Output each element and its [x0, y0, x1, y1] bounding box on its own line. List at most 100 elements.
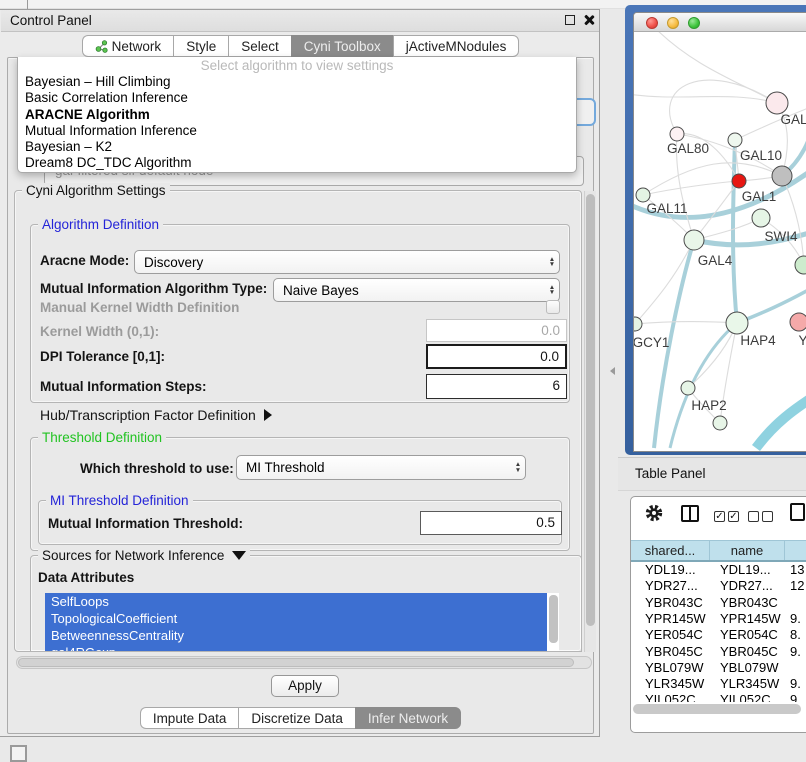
splitter-collapse-icon[interactable] [610, 367, 615, 375]
zoom-traffic-button[interactable] [688, 17, 700, 29]
settings-scrollbar-thumb[interactable] [586, 194, 595, 626]
table-cell: YPR145W [645, 611, 706, 627]
collapsed-panel-icon[interactable] [10, 745, 27, 762]
dpi-tolerance-field[interactable]: 0.0 [426, 344, 567, 369]
tab-label: Impute Data [153, 708, 227, 729]
close-traffic-button[interactable] [646, 17, 658, 29]
tab-label: Infer Network [368, 708, 448, 729]
data-attribute-item[interactable]: TopologicalCoefficient [45, 610, 547, 627]
mi-type-combo[interactable]: Naive Bayes ▲▼ [273, 278, 560, 302]
table-cell: YBR045C [720, 644, 778, 660]
column-header-shared[interactable]: shared... [631, 541, 710, 560]
select-all-checkboxes-icon[interactable]: ✓✓ [714, 511, 739, 522]
data-attribute-item[interactable]: SelfLoops [45, 593, 547, 610]
table-row[interactable]: YDR27...YDR27...12 [631, 578, 806, 594]
node-hap4[interactable] [726, 312, 748, 334]
table-row[interactable]: YBR043CYBR043C [631, 595, 806, 611]
algorithm-option-basic-correlation-inference[interactable]: Basic Correlation Inference [18, 90, 576, 106]
column-header-name[interactable]: name [710, 541, 785, 560]
document-icon[interactable] [790, 503, 805, 521]
node-gal4[interactable] [684, 230, 704, 250]
hub-definition-toggle[interactable]: Hub/Transcription Factor Definition [40, 407, 272, 423]
algorithm-option-dream8-dc-tdc-algorithm[interactable]: Dream8 DC_TDC Algorithm [18, 155, 576, 171]
table-cell: YBR043C [720, 595, 778, 611]
node-label-swi4: SWI4 [764, 229, 797, 244]
horizontal-scrollbar-thumb[interactable] [18, 658, 574, 667]
tab-select[interactable]: Select [228, 35, 291, 57]
node-gal10[interactable] [728, 133, 742, 147]
mi-steps-field[interactable]: 6 [426, 374, 567, 399]
close-icon[interactable] [583, 14, 595, 26]
node-gal80[interactable] [670, 127, 684, 141]
network-view-frame: GALGAL80GAL10GAL1GAL11SWI4GAL4GCY1HAP4YH… [625, 5, 806, 455]
table-cell: YER054C [645, 627, 703, 643]
deselect-all-checkboxes-icon[interactable] [748, 511, 773, 522]
algorithm-option-mutual-information-inference[interactable]: Mutual Information Inference [18, 123, 576, 139]
data-attribute-item[interactable]: gal4RGexp [45, 644, 547, 651]
float-window-icon[interactable] [565, 15, 575, 25]
node-swi4[interactable] [752, 209, 770, 227]
table-row[interactable]: YDL19...YDL19...13 [631, 562, 806, 578]
column-view-icon[interactable] [681, 505, 699, 522]
node-green-right[interactable] [795, 256, 806, 274]
table-row[interactable]: YER054CYER054C8. [631, 627, 806, 643]
table-horizontal-scrollbar[interactable] [633, 703, 806, 715]
bottom-tabs: Impute Data Discretize Data Infer Network [0, 707, 601, 729]
node-label-hap2: HAP2 [691, 398, 726, 413]
node-pale-pink-top[interactable] [766, 92, 788, 114]
node-label-gal: GAL [780, 112, 806, 127]
tab-jactivemnodules[interactable]: jActiveMNodules [393, 35, 520, 57]
table-row[interactable]: YPR145WYPR145W9. [631, 611, 806, 627]
mi-threshold-label: Mutual Information Threshold: [48, 516, 243, 531]
table-row[interactable]: YBL079WYBL079W [631, 660, 806, 676]
gear-icon[interactable] [645, 504, 663, 522]
tab-cyni-toolbox[interactable]: Cyni Toolbox [291, 35, 393, 57]
which-threshold-combo[interactable]: MI Threshold ▲▼ [236, 455, 526, 480]
node-hap2[interactable] [681, 381, 695, 395]
node-label-gal4: GAL4 [698, 253, 733, 268]
table-row[interactable]: YIL052CYIL052C9. [631, 692, 806, 702]
tab-label: Discretize Data [251, 708, 343, 729]
attributes-scrollbar-thumb[interactable] [549, 595, 558, 643]
tab-network[interactable]: Network [82, 35, 174, 57]
network-svg[interactable]: GALGAL80GAL10GAL1GAL11SWI4GAL4GCY1HAP4YH… [634, 32, 806, 452]
data-attributes-list[interactable]: SelfLoopsTopologicalCoefficientBetweenne… [45, 593, 559, 651]
sources-toggle[interactable]: Sources for Network Inference [38, 548, 250, 563]
dpi-tolerance-label: DPI Tolerance [0,1]: [40, 349, 165, 364]
table-cell: YDL19... [720, 562, 771, 578]
node-gray[interactable] [772, 166, 792, 186]
algorithm-option-aracne-algorithm[interactable]: ARACNE Algorithm [18, 107, 576, 123]
node-small-bottom[interactable] [713, 416, 727, 430]
algorithm-popup-prompt: Select algorithm to view settings [18, 58, 576, 74]
combo-stepper-icon: ▲▼ [511, 462, 525, 473]
mi-threshold-field[interactable]: 0.5 [420, 511, 562, 535]
column-header-partial[interactable] [785, 541, 806, 560]
table-cell: YLR345W [645, 676, 704, 692]
node-gal11[interactable] [636, 188, 650, 202]
tab-impute-data[interactable]: Impute Data [140, 707, 239, 729]
apply-button[interactable]: Apply [271, 675, 339, 697]
tab-style[interactable]: Style [173, 35, 228, 57]
node-salmon-right[interactable] [790, 313, 806, 331]
node-gcy1[interactable] [634, 317, 642, 331]
minimize-traffic-button[interactable] [667, 17, 679, 29]
algorithm-option-bayesian-k2[interactable]: Bayesian – K2 [18, 139, 576, 155]
node-label-gal80: GAL80 [667, 141, 709, 156]
table-cell: 9. [790, 692, 801, 702]
tab-label: jActiveMNodules [406, 36, 507, 57]
table-cell: YIL052C [645, 692, 696, 702]
tab-label: Network [112, 36, 162, 57]
table-scrollbar-thumb[interactable] [633, 704, 801, 714]
table-row[interactable]: YLR345WYLR345W9. [631, 676, 806, 692]
data-attribute-item[interactable]: BetweennessCentrality [45, 627, 547, 644]
tab-discretize-data[interactable]: Discretize Data [238, 707, 355, 729]
aracne-mode-combo[interactable]: Discovery ▲▼ [134, 250, 560, 274]
table-panel-title: Table Panel [635, 466, 706, 481]
node-gal1[interactable] [732, 174, 746, 188]
algorithm-option-bayesian-hill-climbing[interactable]: Bayesian – Hill Climbing [18, 74, 576, 90]
table-row[interactable]: YBR045CYBR045C9. [631, 644, 806, 660]
tab-infer-network[interactable]: Infer Network [355, 707, 461, 729]
table-cell: 12 [790, 578, 804, 594]
node-label-hap4: HAP4 [740, 333, 776, 348]
manual-kernel-checkbox[interactable] [546, 300, 560, 314]
